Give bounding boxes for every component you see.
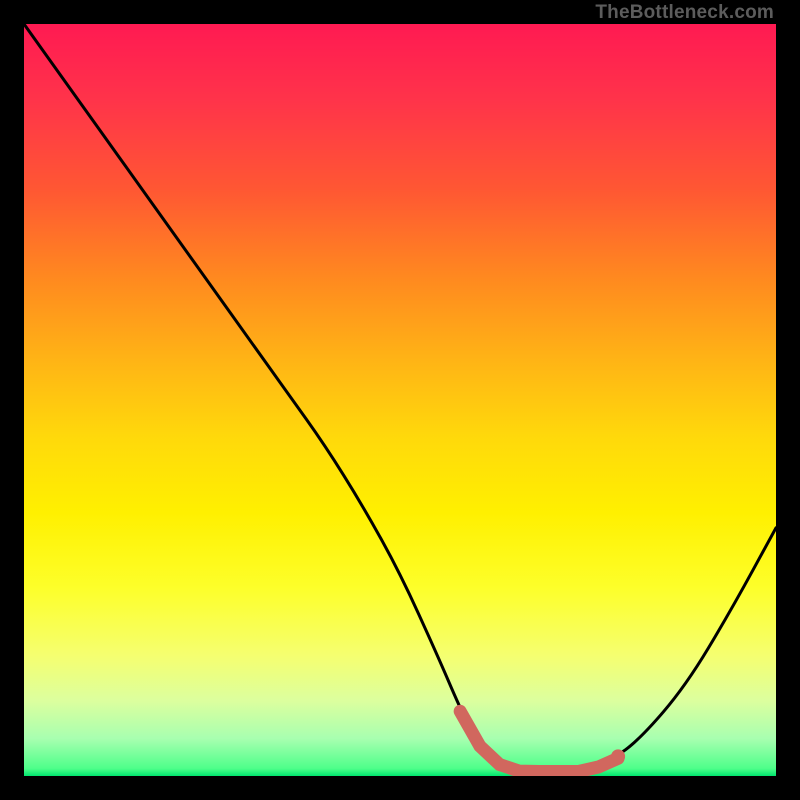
optimal-range-end-dot <box>611 749 625 763</box>
optimal-range-marker <box>460 711 618 771</box>
curve-layer <box>24 24 776 776</box>
plot-area <box>24 24 776 776</box>
attribution-label: TheBottleneck.com <box>595 2 774 24</box>
bottleneck-curve-path <box>24 24 776 768</box>
chart-stage: TheBottleneck.com <box>0 0 800 800</box>
